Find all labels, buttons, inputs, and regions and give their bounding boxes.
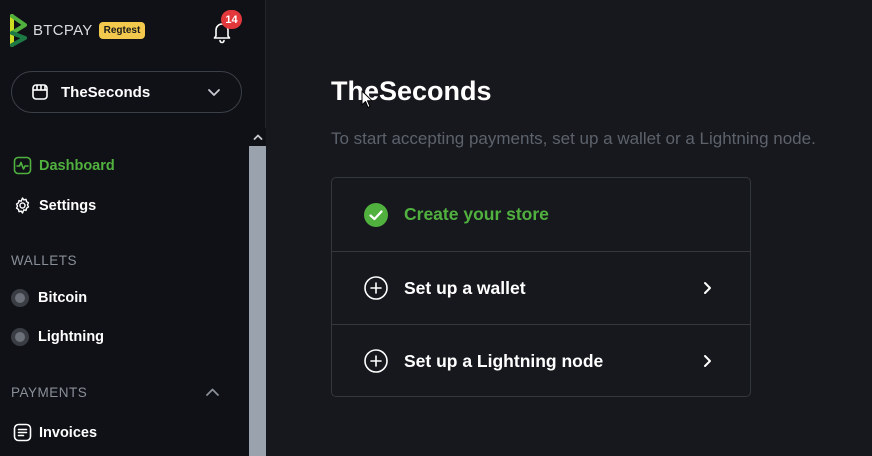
nav-wallet-bitcoin[interactable]: Bitcoin [11,289,87,307]
step-create-store: Create your store [332,178,750,251]
store-name: TheSeconds [61,83,151,101]
scrollbar-thumb[interactable] [249,146,266,456]
chevron-right-icon [704,355,711,367]
section-title-payments: PAYMENTS [11,385,88,400]
notification-count-badge[interactable]: 14 [221,10,242,29]
sidebar-scrollbar[interactable] [249,128,266,456]
nav-invoices-label: Invoices [39,424,98,441]
chevron-down-icon [208,89,220,96]
brand-name: BTCPAY [33,22,93,39]
status-dot-icon [11,289,29,307]
step-setup-lightning-label: Set up a Lightning node [404,350,604,371]
nav-settings-label: Settings [39,197,97,214]
btcpay-logo-icon [10,14,27,47]
nav-wallet-lightning-label: Lightning [38,329,105,345]
plus-circle-icon [364,276,388,300]
nav-dashboard-label: Dashboard [39,157,115,174]
plus-circle-icon [364,349,388,373]
page-subtitle: To start accepting payments, set up a wa… [331,129,816,148]
env-badge: Regtest [98,22,146,39]
store-icon [32,84,48,100]
step-create-store-label: Create your store [404,204,549,224]
nav-wallet-lightning[interactable]: Lightning [11,328,104,346]
activity-icon [13,156,32,175]
nav-dashboard[interactable]: Dashboard [13,156,115,175]
chevron-up-icon [253,134,262,140]
step-setup-lightning[interactable]: Set up a Lightning node [332,324,750,397]
scroll-up-button[interactable] [249,128,266,146]
nav-wallet-bitcoin-label: Bitcoin [38,290,88,306]
chevron-up-icon[interactable] [205,386,220,398]
invoice-icon [13,423,32,442]
nav-invoices[interactable]: Invoices [13,423,97,442]
check-circle-icon [364,202,388,227]
step-setup-wallet[interactable]: Set up a wallet [332,251,750,324]
sidebar: BTCPAY Regtest 14 TheSeconds Dashboard S… [0,0,266,456]
setup-steps-card: Create your store Set up a wallet Set up… [331,177,751,397]
page-title: TheSeconds [331,76,492,106]
brand[interactable]: BTCPAY Regtest [9,14,146,47]
gear-icon [15,197,30,214]
section-title-wallets: WALLETS [11,253,78,268]
store-selector[interactable]: TheSeconds [11,71,242,113]
mouse-cursor-icon [361,90,373,108]
nav-settings[interactable]: Settings [13,196,96,215]
step-setup-wallet-label: Set up a wallet [404,277,526,298]
chevron-right-icon [704,282,711,294]
status-dot-icon [11,328,29,346]
